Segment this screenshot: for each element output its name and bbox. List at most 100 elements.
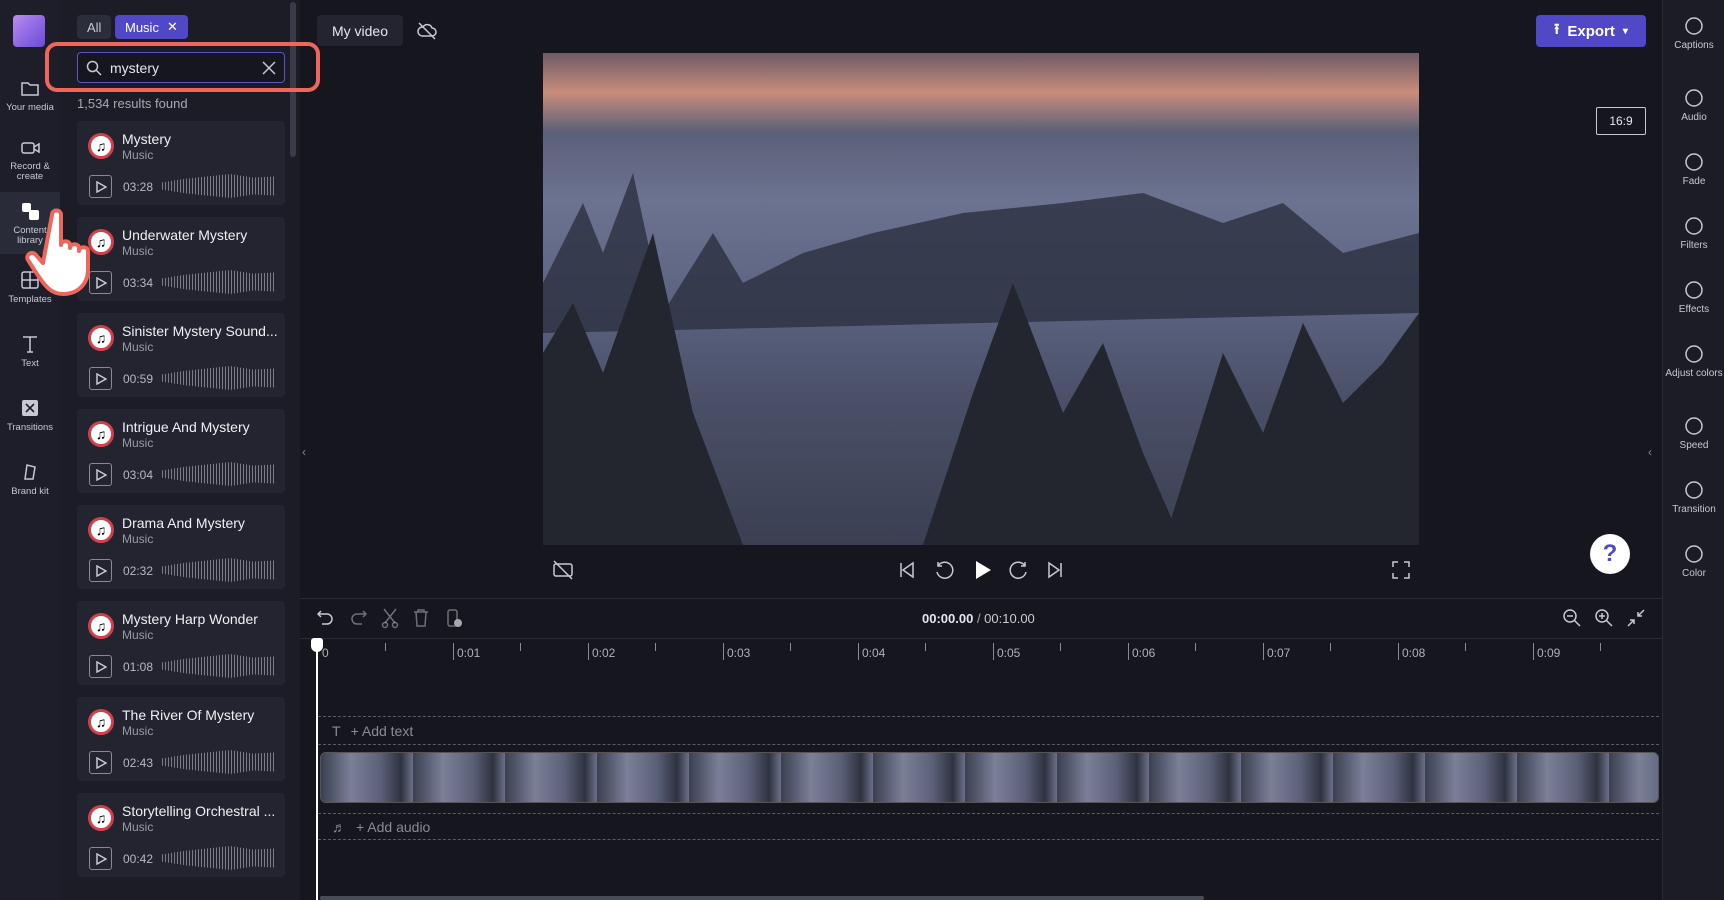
ruler-label: 0:05 <box>997 646 1021 660</box>
nav-transitions[interactable]: Transitions <box>0 384 60 446</box>
item-duration: 02:32 <box>123 564 154 578</box>
waveform <box>162 462 276 486</box>
color-icon <box>1685 545 1703 563</box>
skip-back-icon[interactable] <box>895 558 919 582</box>
music-item[interactable]: ♫ Storytelling Orchestral ... Music 00:42 <box>77 793 285 877</box>
item-title: Drama And Mystery <box>122 515 245 531</box>
nav-label: Record & create <box>10 161 50 182</box>
skip-forward-icon[interactable] <box>1043 558 1067 582</box>
music-item[interactable]: ♫ Drama And Mystery Music 02:32 <box>77 505 285 589</box>
play-preview-button[interactable] <box>89 463 112 486</box>
filter-music[interactable]: Music ✕ <box>115 15 188 39</box>
music-item[interactable]: ♫ The River Of Mystery Music 02:43 <box>77 697 285 781</box>
music-item[interactable]: ♫ Sinister Mystery Sound... Music 00:59 <box>77 313 285 397</box>
ruler-minor-tick <box>790 643 791 651</box>
rewind-5-icon[interactable] <box>932 558 956 582</box>
tool-label: Effects <box>1678 304 1710 315</box>
nav-record-create[interactable]: Record & create <box>0 128 60 190</box>
tool-speed[interactable]: Speed <box>1663 405 1724 461</box>
add-text-track[interactable]: T + Add text <box>318 716 1659 745</box>
add-clip-icon[interactable] <box>443 607 465 629</box>
play-preview-button[interactable] <box>89 655 112 678</box>
item-duration: 02:43 <box>123 756 154 770</box>
redo-icon[interactable] <box>347 607 369 629</box>
play-icon <box>95 564 107 577</box>
playhead-handle[interactable] <box>311 638 323 652</box>
music-item[interactable]: ♫ Mystery Music 03:28 <box>77 121 285 205</box>
tool-label: Fade <box>1682 176 1706 187</box>
playhead[interactable] <box>316 638 318 900</box>
add-audio-track[interactable]: ♬ + Add audio <box>318 813 1659 840</box>
waveform <box>162 750 276 774</box>
play-preview-button[interactable] <box>89 367 112 390</box>
item-title: Intrigue And Mystery <box>122 419 250 435</box>
cloud-off-icon[interactable] <box>417 21 437 41</box>
item-duration: 00:42 <box>123 852 154 866</box>
zoom-in-icon[interactable] <box>1594 608 1614 628</box>
export-button[interactable]: ⭱ Export ▾ <box>1536 15 1646 47</box>
play-preview-button[interactable] <box>89 751 112 774</box>
music-item[interactable]: ♫ Intrigue And Mystery Music 03:04 <box>77 409 285 493</box>
video-clip[interactable] <box>320 752 1659 803</box>
item-type: Music <box>122 340 154 354</box>
play-preview-button[interactable] <box>89 175 112 198</box>
ruler-tick <box>723 643 724 660</box>
nav-brand-kit[interactable]: Brand kit <box>0 448 60 510</box>
help-button[interactable]: ? <box>1590 534 1630 574</box>
aspect-ratio-button[interactable]: 16:9 <box>1596 107 1646 135</box>
fit-timeline-icon[interactable] <box>1626 608 1646 628</box>
delete-icon[interactable] <box>410 607 432 629</box>
forward-5-icon[interactable] <box>1007 558 1031 582</box>
ruler-tick <box>993 643 994 660</box>
play-preview-button[interactable] <box>89 559 112 582</box>
close-icon[interactable]: ✕ <box>167 19 178 35</box>
item-duration: 01:08 <box>123 660 154 674</box>
ruler-label: 0:01 <box>457 646 481 660</box>
music-note-icon: ♫ <box>88 325 114 351</box>
tool-filters[interactable]: Filters <box>1663 205 1724 261</box>
adjust-colors-icon <box>1685 345 1703 363</box>
ruler-divider <box>300 638 1662 639</box>
collapse-right-panel[interactable]: ‹ <box>1648 445 1652 459</box>
nav-text[interactable]: Text <box>0 320 60 382</box>
upload-icon: ⭱ <box>1554 20 1560 38</box>
collapse-left-panel[interactable]: ‹ <box>302 445 306 459</box>
music-note-icon: ♫ <box>88 517 114 543</box>
ruler-minor-tick <box>925 643 926 651</box>
tool-effects[interactable]: Effects <box>1663 269 1724 325</box>
timeline-scrollbar[interactable] <box>320 896 1204 900</box>
speed-icon <box>1685 417 1703 435</box>
play-preview-button[interactable] <box>89 847 112 870</box>
project-title[interactable]: My video <box>317 15 403 46</box>
item-type: Music <box>122 820 154 834</box>
tool-captions[interactable]: Captions <box>1663 5 1724 61</box>
waveform <box>162 558 276 582</box>
music-item[interactable]: ♫ Mystery Harp Wonder Music 01:08 <box>77 601 285 685</box>
add-text-label: + Add text <box>350 722 414 739</box>
tool-color[interactable]: Color <box>1663 533 1724 589</box>
ruler-minor-tick <box>1330 643 1331 651</box>
undo-icon[interactable] <box>315 607 337 629</box>
zoom-out-icon[interactable] <box>1562 608 1582 628</box>
tool-label: Transition <box>1672 504 1716 515</box>
ruler-label: 0:03 <box>727 646 751 660</box>
music-item[interactable]: ♫ Underwater Mystery Music 03:34 <box>77 217 285 301</box>
current-time: 00:00.00 <box>922 611 974 626</box>
play-icon[interactable] <box>970 558 994 582</box>
tool-adjust-colors[interactable]: Adjust colors <box>1663 333 1724 389</box>
nav-label: Text <box>21 358 39 369</box>
ruler-minor-tick <box>385 643 386 651</box>
cut-icon[interactable] <box>379 607 401 629</box>
music-note-icon: ♫ <box>88 133 114 159</box>
tool-transition[interactable]: Transition <box>1663 469 1724 525</box>
timecode: 00:00.00 / 00:10.00 <box>922 611 1035 626</box>
fullscreen-icon[interactable] <box>1389 558 1413 582</box>
tool-fade[interactable]: Fade <box>1663 141 1724 197</box>
filter-all[interactable]: All <box>77 15 112 39</box>
item-title: The River Of Mystery <box>122 707 255 723</box>
captions-off-icon[interactable] <box>551 558 575 582</box>
tool-audio[interactable]: Audio <box>1663 77 1724 133</box>
filters-icon <box>1685 217 1703 235</box>
ruler-label: 0:08 <box>1402 646 1426 660</box>
ruler-label: 0:04 <box>862 646 886 660</box>
